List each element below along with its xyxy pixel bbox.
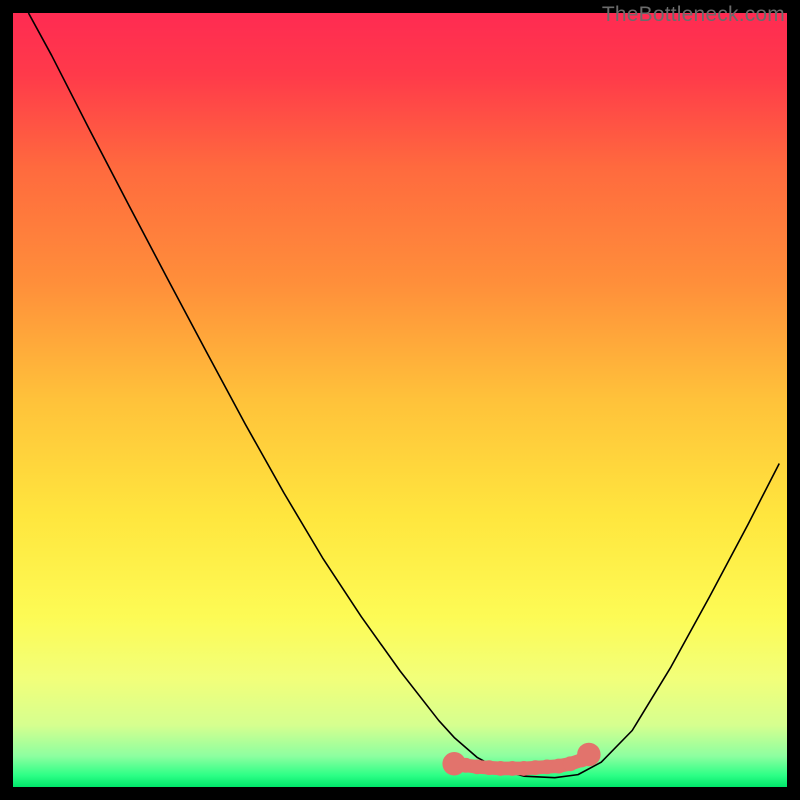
optimal-band-marker bbox=[577, 743, 601, 767]
watermark-text: TheBottleneck.com bbox=[602, 3, 785, 27]
chart-frame: TheBottleneck.com bbox=[13, 13, 787, 787]
chart-svg bbox=[13, 13, 787, 787]
